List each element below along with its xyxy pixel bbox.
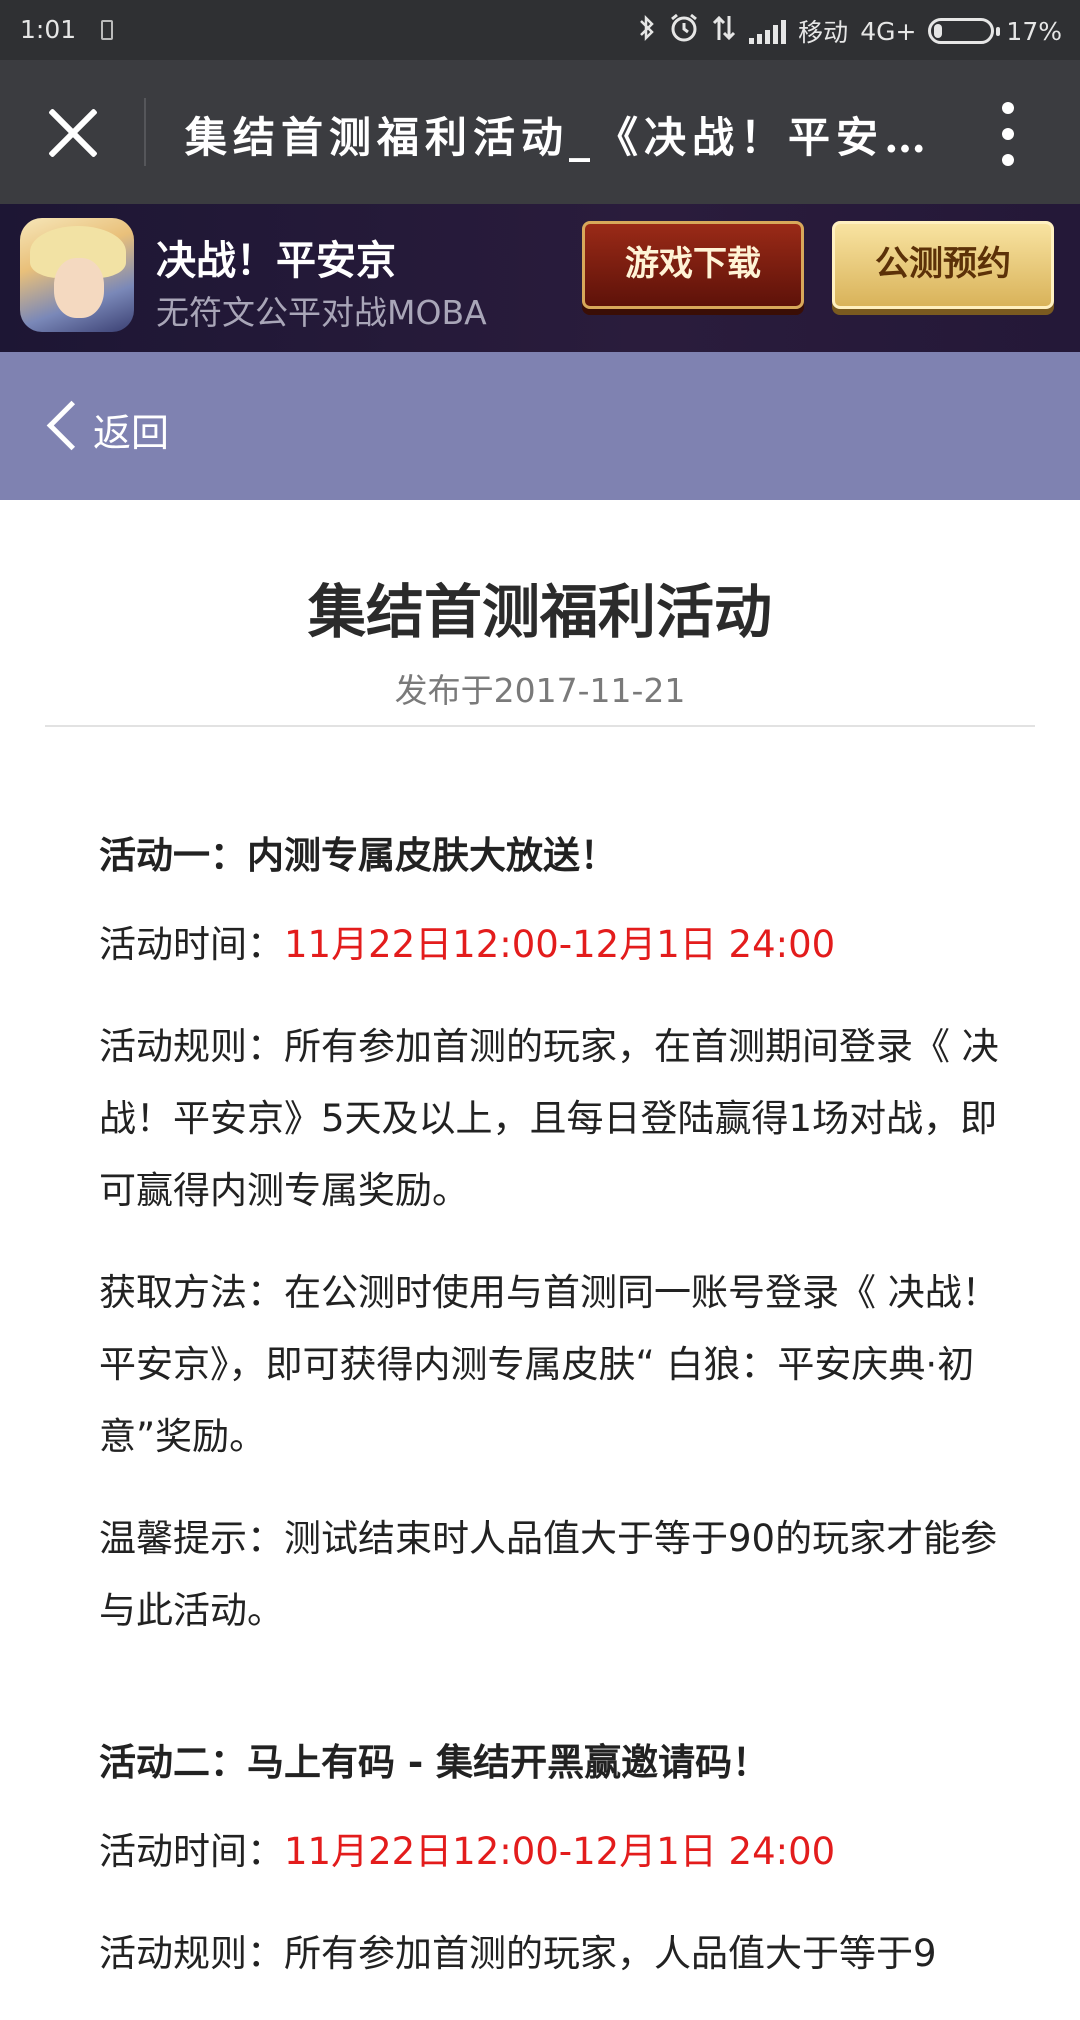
section-time: 活动时间：11月22日12:00-12月1日 24:00 [99,1816,999,1888]
section-tip: 温馨提示：测试结束时人品值大于等于90的玩家才能参与此活动。 [99,1517,998,1632]
divider [45,725,1035,727]
time-value: 11月22日12:00-12月1日 24:00 [284,1830,836,1873]
game-subtitle: 无符文公平对战MOBA [156,293,487,332]
carrier-label: 移动 [798,18,849,47]
status-time: 1:01 [20,15,77,44]
battery-percent: 17% [1006,16,1062,46]
game-name: 决战！平安京 [156,238,396,284]
status-icons: 移动 4G+ 17% [637,13,1062,49]
time-label: 活动时间： [99,1830,284,1873]
network-label: 4G+ [860,16,917,46]
window-title: 集结首测福利活动_《决战！平安… [185,113,925,162]
section-heading: 活动二：马上有码 - 集结开黑赢邀请码！ [99,1741,770,1784]
back-button[interactable]: 返回 [93,402,169,457]
time-value: 11月22日12:00-12月1日 24:00 [284,923,836,966]
close-icon[interactable] [45,104,101,160]
battery-icon [928,18,1001,44]
beta-reserve-button[interactable]: 公测预约 [832,221,1054,309]
chevron-left-icon[interactable] [46,400,97,451]
title-divider [144,98,146,166]
section-rules: 活动规则：所有参加首测的玩家，在首测期间登录《 决战！平安京》5天及以上，且每日… [99,1025,999,1212]
time-label: 活动时间： [99,923,284,966]
section-method: 获取方法：在公测时使用与首测同一账号登录《 决战！平安京》，即可获得内测专属皮肤… [99,1271,999,1458]
alarm-icon [669,13,699,49]
bluetooth-icon [637,14,657,48]
section-rules: 活动规则：所有参加首测的玩家，人品值大于等于9 [99,1932,937,1975]
game-avatar [20,218,134,332]
status-bar: 1:01 移动 4G+ 17% [0,0,1080,60]
back-bar: 返回 [0,352,1080,500]
game-download-button[interactable]: 游戏下载 [582,221,804,309]
signal-icon [749,18,787,44]
notification-icon [101,20,113,40]
section-time: 活动时间：11月22日12:00-12月1日 24:00 [99,909,999,981]
article-content: 活动一：内测专属皮肤大放送！ 活动时间：11月22日12:00-12月1日 24… [99,820,999,2020]
section-heading: 活动一：内测专属皮肤大放送！ [99,834,617,877]
title-bar: 集结首测福利活动_《决战！平安… [0,60,1080,204]
article-title: 集结首测福利活动 [307,578,772,646]
data-arrows-icon [711,14,737,48]
more-vertical-icon[interactable] [995,102,1021,166]
article-date: 发布于2017-11-21 [394,671,686,710]
game-banner: 决战！平安京 无符文公平对战MOBA 游戏下载 公测预约 [0,204,1080,352]
